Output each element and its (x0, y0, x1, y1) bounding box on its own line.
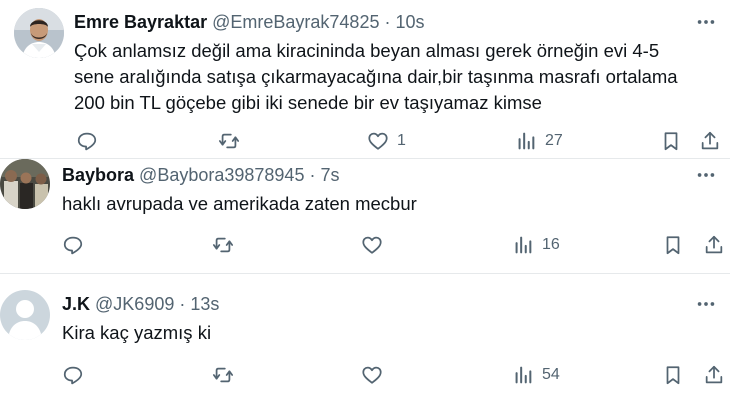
tweet[interactable]: Emre Bayraktar @EmreBayrak74825 · 10s Ço… (0, 0, 730, 158)
more-options-button[interactable] (694, 163, 718, 187)
view-count: 27 (545, 132, 563, 149)
author-name[interactable]: Baybora (62, 165, 134, 185)
more-icon (697, 173, 715, 177)
share-button[interactable] (699, 129, 721, 153)
share-button[interactable] (703, 233, 725, 257)
retweet-button[interactable] (218, 129, 240, 153)
reply-button[interactable] (62, 363, 84, 387)
tweet-text: haklı avrupada ve amerikada zaten mecbur (62, 193, 417, 214)
views-button[interactable]: 27 (515, 129, 563, 153)
avatar[interactable] (0, 290, 50, 340)
tweet-text: Kira kaç yazmış ki (62, 322, 212, 343)
tweet-header: Emre Bayraktar @EmreBayrak74825 · 10s (74, 11, 425, 33)
tweet-header: Baybora @Baybora39878945 · 7s (62, 164, 340, 186)
share-button[interactable] (703, 363, 725, 387)
group-photo (0, 159, 50, 209)
avatar[interactable] (14, 8, 64, 58)
bookmark-icon (666, 236, 680, 255)
author-handle[interactable]: @Baybora39878945 (139, 165, 304, 185)
like-button[interactable]: 1 (367, 129, 406, 153)
more-options-button[interactable] (694, 10, 718, 34)
avatar[interactable] (0, 159, 50, 209)
views-button[interactable]: 54 (512, 363, 560, 387)
default-avatar (0, 290, 50, 340)
tweet[interactable]: J.K @JK6909 · 13s Kira kaç yazmış ki 54 (0, 274, 730, 420)
bookmark-button[interactable] (662, 233, 684, 257)
more-icon (697, 20, 715, 24)
profile-photo (14, 8, 64, 58)
heart-icon (368, 132, 388, 150)
reply-icon (77, 132, 97, 151)
separator: · (179, 294, 186, 314)
tweet[interactable]: Baybora @Baybora39878945 · 7s haklı avru… (0, 159, 730, 267)
heart-icon (362, 366, 382, 384)
reply-icon (63, 366, 83, 385)
more-icon (697, 302, 715, 306)
bookmark-button[interactable] (662, 363, 684, 387)
heart-icon (362, 236, 382, 254)
retweet-icon (218, 133, 240, 149)
reply-button[interactable] (76, 129, 98, 153)
like-button[interactable] (361, 363, 391, 387)
reply-button[interactable] (62, 233, 84, 257)
timestamp[interactable]: 13s (190, 294, 219, 314)
share-icon (705, 235, 723, 254)
bookmark-icon (664, 132, 678, 151)
author-name[interactable]: Emre Bayraktar (74, 12, 207, 32)
retweet-icon (212, 237, 234, 253)
views-button[interactable]: 16 (512, 233, 560, 257)
views-icon (518, 132, 535, 150)
views-icon (515, 236, 532, 254)
share-icon (705, 365, 723, 384)
reply-feed: Emre Bayraktar @EmreBayrak74825 · 10s Ço… (0, 0, 730, 420)
author-handle[interactable]: @EmreBayrak74825 (212, 12, 379, 32)
tweet-text: Çok anlamsız değil ama kiracininda beyan… (74, 40, 678, 113)
tweet-header: J.K @JK6909 · 13s (62, 293, 219, 315)
author-handle[interactable]: @JK6909 (95, 294, 174, 314)
retweet-button[interactable] (212, 233, 234, 257)
retweet-button[interactable] (212, 363, 234, 387)
views-icon (515, 366, 532, 384)
timestamp[interactable]: 7s (320, 165, 339, 185)
view-count: 16 (542, 236, 560, 253)
author-name[interactable]: J.K (62, 294, 90, 314)
like-button[interactable] (361, 233, 391, 257)
separator: · (309, 165, 316, 185)
share-icon (701, 131, 719, 150)
retweet-icon (212, 367, 234, 383)
separator: · (384, 12, 391, 32)
bookmark-icon (666, 366, 680, 385)
like-count: 1 (397, 132, 406, 149)
timestamp[interactable]: 10s (396, 12, 425, 32)
more-options-button[interactable] (694, 292, 718, 316)
view-count: 54 (542, 366, 560, 383)
bookmark-button[interactable] (660, 129, 682, 153)
reply-icon (63, 236, 83, 255)
